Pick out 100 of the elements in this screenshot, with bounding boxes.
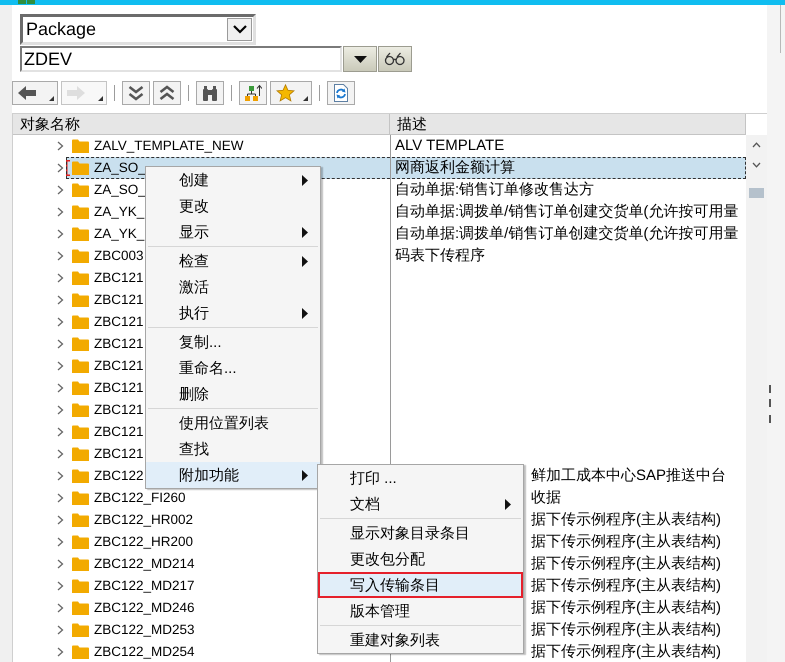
scroll-down-icon[interactable]	[752, 162, 761, 168]
object-name: ZA_SO_	[94, 161, 146, 175]
object-description: 自动单据:销售订单修改售达方	[395, 182, 594, 198]
object-description: 鲜加工成本中心SAP推送中台	[531, 468, 726, 484]
dropdown-button[interactable]	[343, 46, 377, 72]
chevron-right-icon[interactable]	[56, 383, 64, 393]
collapse-all-button[interactable]	[153, 81, 181, 105]
dropdown-corner-icon	[303, 96, 308, 101]
menu-item[interactable]: 重命名...	[146, 355, 320, 381]
object-description: 自动单据:调拨单/销售订单创建交货单(允许按可用量	[395, 226, 738, 242]
menu-item[interactable]: 更改	[146, 193, 320, 219]
chevron-right-icon[interactable]	[56, 295, 64, 305]
object-name: ZBC122_HR002	[94, 513, 194, 527]
folder-icon	[72, 557, 89, 571]
chevron-right-icon[interactable]	[56, 361, 64, 371]
menu-item[interactable]: 重建对象列表	[318, 627, 523, 653]
object-name: ZBC121	[94, 447, 144, 461]
double-chevron-up-icon	[159, 85, 175, 101]
chevron-right-icon[interactable]	[56, 647, 64, 657]
menu-item[interactable]: 检查	[146, 248, 320, 274]
object-type-select[interactable]: Package	[20, 14, 256, 45]
chevron-right-icon[interactable]	[56, 581, 64, 591]
chevron-right-icon[interactable]	[56, 493, 64, 503]
menu-item[interactable]: 执行	[146, 300, 320, 326]
arrow-left-icon	[18, 86, 36, 100]
chevron-right-icon[interactable]	[56, 141, 64, 151]
chevron-right-icon[interactable]	[56, 471, 64, 481]
glasses-icon	[384, 52, 406, 66]
object-name: ZA_YK_	[94, 227, 144, 241]
menu-item[interactable]: 更改包分配	[318, 546, 523, 572]
menu-item[interactable]: 文档	[318, 491, 523, 517]
chevron-right-icon[interactable]	[56, 229, 64, 239]
refresh-button[interactable]	[327, 81, 355, 105]
menu-item[interactable]: 激活	[146, 274, 320, 300]
hierarchy-icon	[244, 84, 262, 102]
menu-item[interactable]: 写入传输条目	[318, 572, 523, 598]
menu-item[interactable]: 使用位置列表	[146, 410, 320, 436]
object-name: ZBC122_MD217	[94, 579, 195, 593]
object-description: 据下传示例程序(主从表结构)	[531, 622, 721, 638]
chevron-right-icon[interactable]	[56, 449, 64, 459]
hierarchy-button[interactable]	[239, 81, 267, 105]
object-name-field[interactable]: ZDEV	[20, 46, 342, 72]
triangle-down-icon	[354, 56, 366, 62]
chevron-right-icon[interactable]	[56, 603, 64, 613]
dropdown-corner-icon	[98, 96, 103, 101]
chevron-right-icon[interactable]	[56, 251, 64, 261]
binoculars-icon	[202, 85, 218, 101]
chevron-right-icon[interactable]	[56, 163, 64, 173]
star-icon	[276, 84, 295, 102]
menu-item[interactable]: 复制...	[146, 329, 320, 355]
scroll-thumb[interactable]	[749, 188, 764, 198]
column-header[interactable]: 对象名称	[13, 114, 390, 135]
menu-item[interactable]: 显示	[146, 219, 320, 245]
dropdown-button[interactable]	[227, 18, 252, 41]
folder-icon	[72, 469, 89, 483]
double-chevron-down-icon	[128, 85, 144, 101]
chevron-right-icon[interactable]	[56, 625, 64, 635]
folder-icon	[72, 183, 89, 197]
app-icon	[18, 0, 36, 4]
glasses-button[interactable]	[378, 46, 412, 72]
menu-item[interactable]: 版本管理	[318, 598, 523, 624]
splitter-grip-icon[interactable]	[769, 385, 773, 425]
menu-item[interactable]: 删除	[146, 381, 320, 407]
chevron-right-icon[interactable]	[56, 427, 64, 437]
object-name: ZBC121	[94, 271, 144, 285]
folder-icon	[72, 535, 89, 549]
menu-item[interactable]: 打印 ...	[318, 465, 523, 491]
chevron-right-icon[interactable]	[56, 339, 64, 349]
folder-icon	[72, 205, 89, 219]
object-name: ZBC121	[94, 315, 144, 329]
folder-icon	[72, 293, 89, 307]
folder-icon	[72, 139, 89, 153]
chevron-right-icon[interactable]	[56, 405, 64, 415]
chevron-right-icon[interactable]	[56, 515, 64, 525]
object-name: ZBC121	[94, 381, 144, 395]
chevron-right-icon[interactable]	[56, 317, 64, 327]
folder-icon	[72, 337, 89, 351]
object-name: ZBC122_MD246	[94, 601, 195, 615]
menu-item[interactable]: 显示对象目录条目	[318, 520, 523, 546]
scroll-up-icon[interactable]	[752, 142, 761, 148]
chevron-right-icon[interactable]	[56, 207, 64, 217]
object-name: ZBC121	[94, 337, 144, 351]
submenu-arrow-icon	[302, 226, 308, 238]
chevron-right-icon[interactable]	[56, 273, 64, 283]
folder-icon	[72, 271, 89, 285]
menu-item[interactable]: 附加功能	[146, 462, 320, 488]
find-button[interactable]	[196, 81, 224, 105]
arrow-right-icon	[67, 86, 85, 100]
chevron-right-icon[interactable]	[56, 185, 64, 195]
submenu-arrow-icon	[302, 308, 308, 318]
back-button[interactable]	[12, 81, 58, 105]
folder-icon	[72, 623, 89, 637]
chevron-right-icon[interactable]	[56, 537, 64, 547]
scrollbar[interactable]	[746, 135, 767, 662]
object-name: ZBC122_MD254	[94, 645, 195, 659]
column-header[interactable]: 描述	[390, 114, 746, 135]
expand-all-button[interactable]	[122, 81, 150, 105]
menu-item[interactable]: 查找	[146, 436, 320, 462]
chevron-right-icon[interactable]	[56, 559, 64, 569]
object-description: ALV TEMPLATE	[395, 138, 504, 154]
